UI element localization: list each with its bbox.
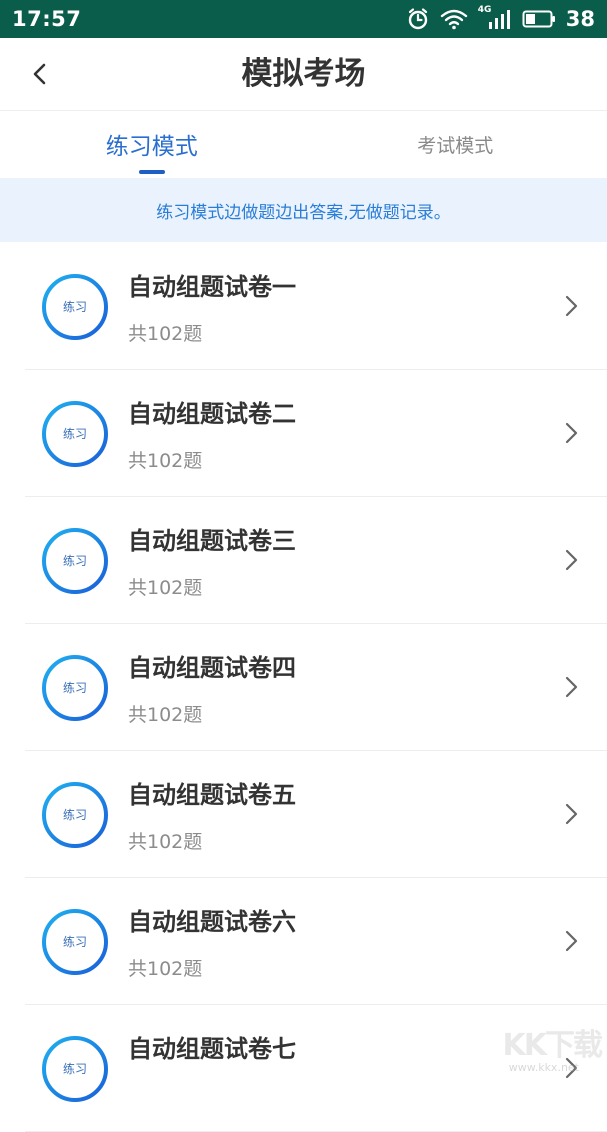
practice-badge: 练习 — [41, 273, 109, 341]
chevron-right-icon — [562, 928, 582, 954]
tab-exam-mode[interactable]: 考试模式 — [304, 111, 607, 177]
list-item[interactable]: 练习 自动组题试卷三 共102题 — [25, 497, 607, 624]
practice-badge: 练习 — [41, 1035, 109, 1103]
list-item[interactable]: 练习 自动组题试卷五 共102题 — [25, 751, 607, 878]
item-title: 自动组题试卷二 — [128, 394, 296, 429]
item-question-count: 共102题 — [128, 954, 202, 981]
item-title: 自动组题试卷三 — [128, 521, 296, 556]
exam-paper-list: 练习 自动组题试卷一 共102题 练习 自动组题试卷二 共102题 练习 — [0, 243, 607, 1132]
badge-label: 练习 — [41, 400, 109, 468]
badge-label: 练习 — [41, 654, 109, 722]
status-icons: 4G 38 — [406, 7, 595, 31]
item-title: 自动组题试卷七 — [128, 1029, 296, 1064]
item-title: 自动组题试卷一 — [128, 267, 296, 302]
practice-badge: 练习 — [41, 908, 109, 976]
alarm-icon — [406, 7, 430, 31]
chevron-right-icon — [562, 547, 582, 573]
mode-tabs: 练习模式 考试模式 — [0, 111, 607, 177]
battery-level: 38 — [566, 7, 595, 31]
badge-label: 练习 — [41, 1035, 109, 1103]
wifi-icon — [440, 8, 468, 30]
tab-label: 练习模式 — [106, 127, 198, 161]
notice-text: 练习模式边做题边出答案,无做题记录。 — [156, 198, 450, 223]
practice-badge: 练习 — [41, 654, 109, 722]
badge-label: 练习 — [41, 908, 109, 976]
list-item[interactable]: 练习 自动组题试卷四 共102题 — [25, 624, 607, 751]
item-question-count: 共102题 — [128, 573, 202, 600]
practice-badge: 练习 — [41, 400, 109, 468]
item-question-count: 共102题 — [128, 319, 202, 346]
item-title: 自动组题试卷六 — [128, 902, 296, 937]
list-item[interactable]: 练习 自动组题试卷一 共102题 — [25, 243, 607, 370]
chevron-right-icon — [562, 293, 582, 319]
active-tab-indicator — [139, 170, 165, 174]
list-item[interactable]: 练习 自动组题试卷二 共102题 — [25, 370, 607, 497]
item-title: 自动组题试卷四 — [128, 648, 296, 683]
chevron-right-icon — [562, 1055, 582, 1081]
item-question-count: 共102题 — [128, 700, 202, 727]
item-question-count: 共102题 — [128, 446, 202, 473]
signal-4g-icon: 4G — [478, 7, 512, 31]
status-bar: 17:57 4G — [0, 0, 607, 38]
mode-notice: 练习模式边做题边出答案,无做题记录。 — [0, 178, 607, 242]
badge-label: 练习 — [41, 781, 109, 849]
page-title: 模拟考场 — [0, 38, 607, 110]
list-item[interactable]: 练习 自动组题试卷七 — [25, 1005, 607, 1132]
practice-badge: 练习 — [41, 781, 109, 849]
tab-practice-mode[interactable]: 练习模式 — [0, 111, 304, 177]
item-question-count: 共102题 — [128, 827, 202, 854]
chevron-right-icon — [562, 420, 582, 446]
list-item[interactable]: 练习 自动组题试卷六 共102题 — [25, 878, 607, 1005]
tab-label: 考试模式 — [417, 131, 493, 158]
item-title: 自动组题试卷五 — [128, 775, 296, 810]
chevron-right-icon — [562, 674, 582, 700]
status-time: 17:57 — [12, 7, 81, 31]
battery-icon — [522, 9, 556, 29]
chevron-right-icon — [562, 801, 582, 827]
practice-badge: 练习 — [41, 527, 109, 595]
badge-label: 练习 — [41, 527, 109, 595]
nav-bar: 模拟考场 — [0, 38, 607, 111]
badge-label: 练习 — [41, 273, 109, 341]
